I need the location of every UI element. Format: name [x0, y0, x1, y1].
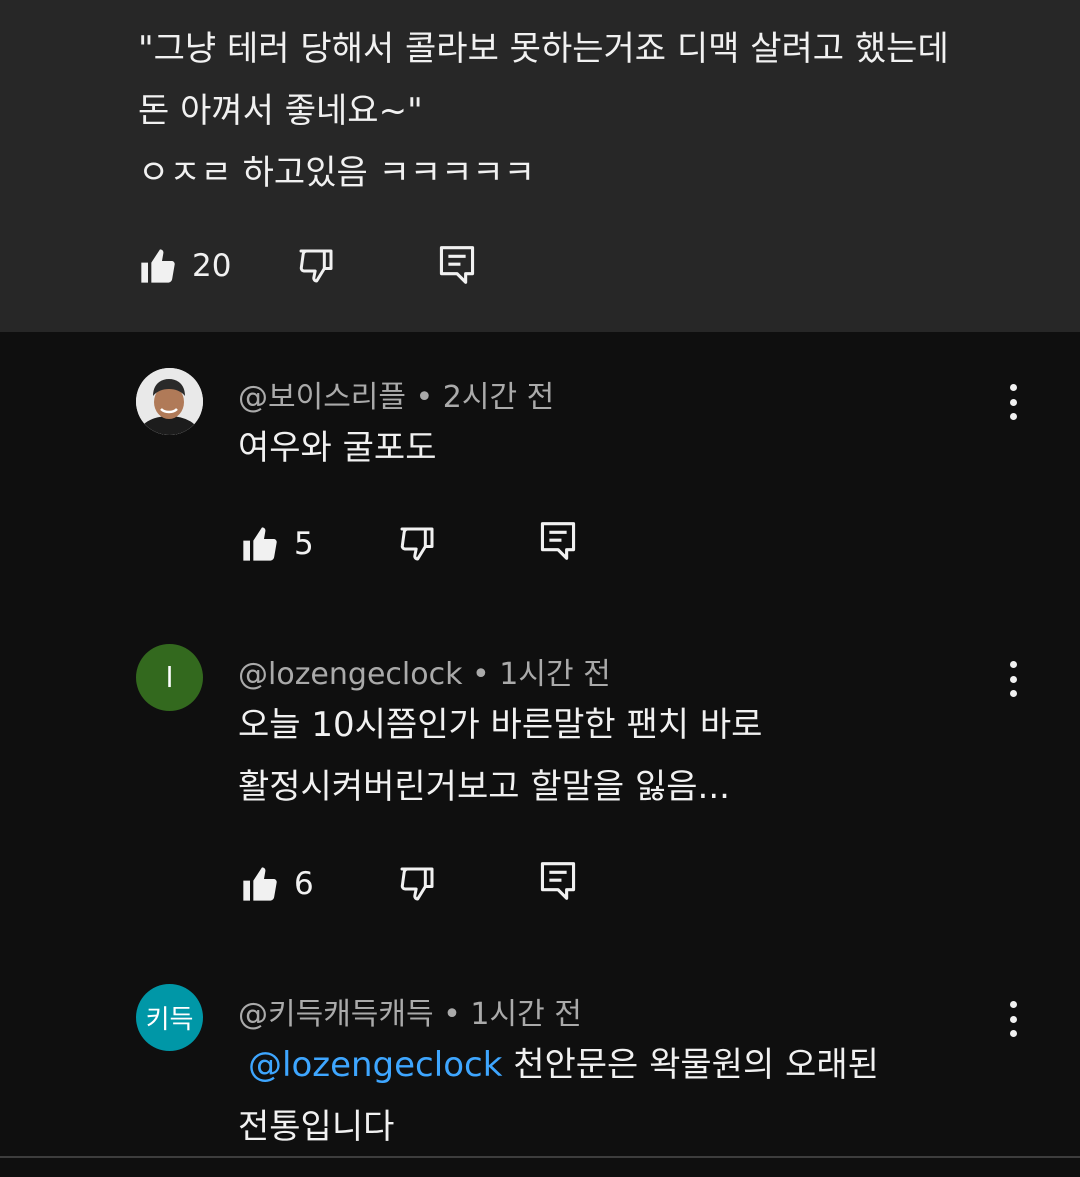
avatar-letter: l: [165, 661, 174, 694]
comment-text: @lozengeclock 천안문은 왁물원의 오래된전통입니다: [238, 1034, 998, 1158]
comment-text: 여우와 굴포도: [238, 428, 437, 468]
more-options-icon: [1009, 1001, 1017, 1008]
comment-author[interactable]: @키득캐득캐득: [238, 997, 434, 1032]
comment-meta: @키득캐득캐득 • 1시간 전: [238, 989, 582, 1033]
dislike-button[interactable]: [397, 864, 437, 904]
avatar[interactable]: [136, 368, 203, 435]
dislike-icon: [299, 249, 333, 283]
meta-separator: •: [472, 657, 490, 692]
mention-link[interactable]: @lozengeclock: [248, 1045, 502, 1085]
highlighted-comment-text: "그냥 테러 당해서 콜라보 못하는거죠 디맥 살려고 했는데 돈 아껴서 좋네…: [138, 29, 949, 193]
avatar[interactable]: l: [136, 644, 203, 711]
dislike-button[interactable]: [397, 524, 437, 564]
reply-icon: [540, 862, 576, 900]
like-button[interactable]: 20: [138, 246, 231, 286]
like-button[interactable]: 6: [240, 864, 314, 904]
avatar[interactable]: 키득: [136, 984, 203, 1051]
comment-time: 1시간 전: [470, 997, 582, 1032]
reply-button[interactable]: [539, 860, 577, 902]
comments-page: "그냥 테러 당해서 콜라보 못하는거죠 디맥 살려고 했는데 돈 아껴서 좋네…: [0, 0, 1080, 1177]
comment-meta: @lozengeclock • 1시간 전: [238, 649, 611, 693]
reply-icon: [439, 246, 475, 284]
more-options-button[interactable]: [1000, 999, 1026, 1039]
comment-time: 1시간 전: [499, 657, 611, 692]
like-button[interactable]: 5: [240, 524, 314, 564]
more-options-icon: [1009, 384, 1017, 391]
meta-separator: •: [415, 380, 434, 415]
comment-meta: @보이스리플 • 2시간 전: [238, 372, 554, 416]
more-options-button[interactable]: [1000, 659, 1026, 699]
user-photo-icon: [136, 368, 203, 435]
like-icon: [243, 867, 277, 901]
reply-button[interactable]: [438, 244, 476, 286]
like-count: 6: [294, 866, 314, 902]
like-count: 5: [294, 526, 314, 562]
dislike-icon: [400, 867, 434, 901]
highlighted-comment: "그냥 테러 당해서 콜라보 못하는거죠 디맥 살려고 했는데 돈 아껴서 좋네…: [0, 0, 1080, 332]
more-options-button[interactable]: [1000, 382, 1026, 422]
comment-text: 오늘 10시쯤인가 바른말한 팬치 바로 활정시켜버린거보고 할말을 잃음...: [238, 705, 763, 807]
comment-author[interactable]: @보이스리플: [238, 380, 406, 415]
more-options-icon: [1009, 661, 1017, 668]
like-icon: [243, 527, 277, 561]
comment-time: 2시간 전: [442, 380, 555, 415]
dislike-button[interactable]: [296, 246, 336, 286]
meta-separator: •: [443, 997, 461, 1032]
comment-author[interactable]: @lozengeclock: [238, 657, 462, 692]
reply-icon: [540, 522, 576, 560]
avatar-letter: 키득: [145, 1005, 194, 1035]
comment-text-line1: 천안문은 왁물원의 오래된: [502, 1045, 879, 1085]
like-icon: [141, 249, 175, 283]
like-count: 20: [192, 248, 232, 284]
comment-text-line2: 전통입니다: [238, 1107, 395, 1147]
dislike-icon: [400, 527, 434, 561]
reply-button[interactable]: [539, 520, 577, 562]
divider: [0, 1156, 1080, 1158]
